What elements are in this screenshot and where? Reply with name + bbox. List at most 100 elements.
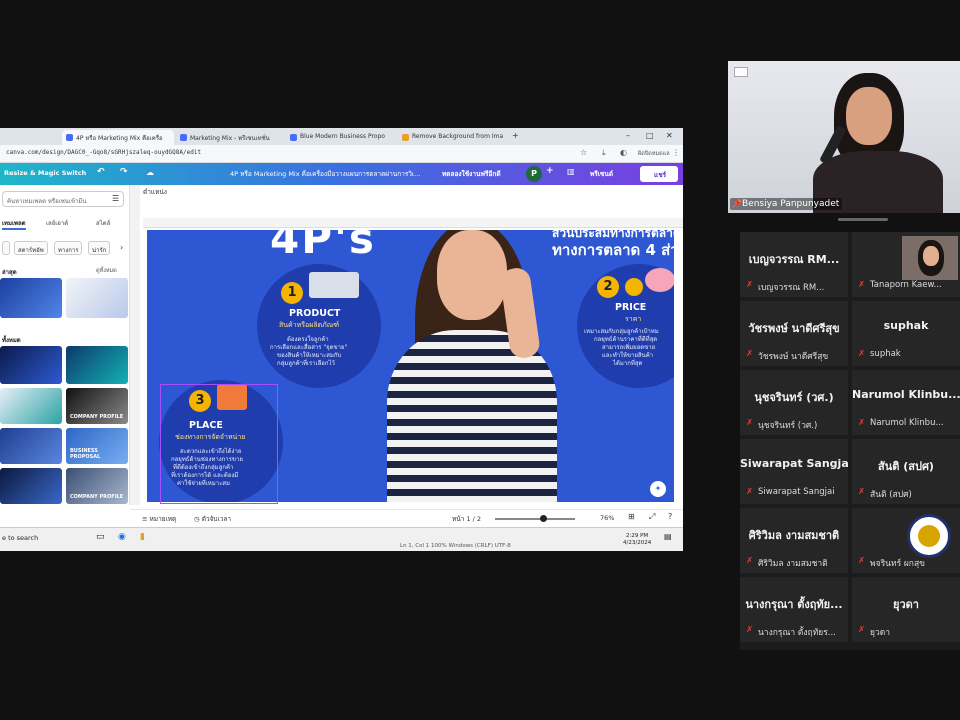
template-thumb[interactable] (0, 428, 62, 464)
model-photo-face (437, 230, 507, 320)
price-text: และทำให้ขายสินค้า (602, 352, 654, 359)
chip-startup[interactable]: สตาร์ทอัพ (14, 241, 48, 255)
share-button[interactable]: แชร์ (640, 166, 678, 182)
download-icon[interactable]: ⤓ (602, 148, 606, 158)
price-title: PRICE (615, 302, 647, 313)
participant-tile[interactable]: ยุวดา ✗ ยุวดา (852, 577, 960, 642)
canva-icon (180, 134, 187, 141)
undo-icon[interactable]: ↶ (97, 167, 105, 177)
browser-tab[interactable]: Blue Modern Business Propo (286, 130, 396, 145)
participant-display-name: สันติ (สปศ) (878, 460, 934, 473)
price-subtitle: ราคา (625, 315, 642, 323)
participant-tile[interactable]: สันติ (สปศ) ✗ สันติ (สปศ) (852, 439, 960, 504)
recent-template-thumb[interactable] (66, 278, 128, 318)
speaker-photo-face (846, 87, 892, 145)
browser-tab[interactable]: Marketing Mix - พรีเซนเทชั่น (176, 130, 284, 145)
profile-label[interactable]: ผิดปิดหมดแล (638, 150, 670, 158)
fullscreen-icon[interactable]: ⤢ (649, 512, 655, 522)
user-avatar[interactable]: P (526, 166, 542, 182)
folder-icon[interactable]: ▮ (140, 532, 145, 542)
speaker-name-tag: 📌 Bensiya Panpunyadet (730, 198, 843, 210)
magic-assist-icon[interactable]: ✦ (650, 481, 666, 497)
edge-icon[interactable]: ◉ (118, 532, 126, 542)
browser-tab[interactable]: 4P หรือ Marketing Mix คือเครื่อ (62, 130, 174, 145)
url-text[interactable]: canva.com/design/DAGC0_-Gqo8/sGRHjszaleq… (6, 149, 201, 156)
participant-tile[interactable]: Narumol Klinbu... ✗ Narumol Klinbu... (852, 370, 960, 435)
participant-tile[interactable]: นางกรุณา ตั้งฤทัย... ✗ นางกรุณา ตั้งฤทัยร… (740, 577, 848, 642)
participant-tile[interactable]: ✗ พจรินทร์ ผกสุข (852, 508, 960, 573)
tab-templates[interactable]: เทมเพลต (2, 218, 26, 230)
notes-button[interactable]: ≡ หมายเหตุ (142, 514, 176, 524)
product-subtitle: สินค้าหรือผลิตภัณฑ์ (279, 321, 340, 329)
taskbar-search[interactable]: e to search (2, 534, 38, 542)
template-thumb[interactable]: COMPANY PROFILE (66, 468, 128, 504)
participant-display-name: นางกรุณา ตั้งฤทัย... (745, 598, 843, 611)
template-thumb[interactable] (0, 468, 62, 504)
chip-cute[interactable]: น่ารัก (88, 241, 111, 255)
close-icon[interactable]: ✕ (666, 131, 673, 140)
selection-box[interactable] (160, 384, 278, 504)
grid-view-icon[interactable]: ⊞ (628, 512, 635, 521)
page-indicator[interactable]: หน้า 1 / 2 (452, 514, 481, 524)
bookmark-star-icon[interactable]: ☆ (580, 148, 587, 157)
clock-time: 2:29 PM (626, 533, 649, 539)
filter-icon[interactable]: ☰ (112, 194, 119, 203)
notification-icon[interactable]: ▤ (664, 532, 672, 541)
coin-icon (625, 278, 643, 296)
scroll-indicator[interactable] (838, 218, 888, 221)
new-tab-icon[interactable]: + (512, 131, 519, 140)
template-thumb[interactable] (0, 346, 62, 384)
template-thumb[interactable]: COMPANY PROFILE (66, 388, 128, 424)
document-title[interactable]: 4P หรือ Marketing Mix คือเครื่องมือวางแผ… (230, 169, 420, 179)
address-bar[interactable]: canva.com/design/DAGC0_-Gqo8/sGRHjszaleq… (0, 145, 683, 163)
template-thumb[interactable]: BUSINESS PROPOSAL (66, 428, 128, 464)
template-thumb[interactable] (0, 388, 62, 424)
participant-tile[interactable]: ✗ Tanaporn Kaew... (852, 232, 960, 297)
zoom-slider[interactable] (495, 518, 575, 520)
minimize-icon[interactable]: – (626, 131, 630, 140)
analytics-icon[interactable]: ▥ (567, 167, 575, 176)
add-collaborator-icon[interactable]: + (546, 166, 554, 176)
mic-off-icon: ✗ (858, 487, 866, 497)
slide-headline-right: ทางการตลาด 4 ส่วน (552, 241, 674, 259)
present-button[interactable]: พรีเซนต์ (590, 169, 613, 179)
participant-name-tag: ✗ ศิริวิมล งามสมชาติ (746, 556, 828, 569)
see-all-link[interactable]: ดูทั้งหมด (96, 267, 117, 275)
trial-button[interactable]: ทดลองใช้งานฟรีอีกดี (442, 169, 501, 179)
template-search-input[interactable]: ค้นหาเทมเพลต หรือเซนเข้ามีน (2, 191, 124, 207)
browser-tab[interactable]: Remove Background from Ima (398, 130, 508, 145)
participant-name-tag: ✗ วัชรพงษ์ นาดีศรีสุข (746, 349, 829, 362)
canva-top-bar: Resize & Magic Switch ↶ ↷ ☁ 4P หรือ Mark… (0, 163, 683, 185)
participant-tile[interactable]: suphak ✗ suphak (852, 301, 960, 366)
speaker-video[interactable]: 📌 Bensiya Panpunyadet (728, 61, 960, 213)
recent-template-thumb[interactable] (0, 278, 62, 318)
participant-name-tag: ✗ ยุวดา (858, 625, 891, 638)
kebab-menu-icon[interactable]: ⋮ (672, 148, 680, 157)
timer-button[interactable]: ◷ ตัวจับเวลา (194, 514, 231, 524)
participant-name-tag: ✗ นางกรุณา ตั้งฤทัยร... (746, 625, 836, 638)
participant-tile[interactable]: นุชจรินทร์ (วศ.) ✗ นุชจรินทร์ (วศ.) (740, 370, 848, 435)
maximize-icon[interactable]: □ (646, 131, 654, 140)
resize-button[interactable]: Resize & Magic Switch (4, 169, 86, 177)
panel-collapse-handle[interactable] (130, 185, 140, 505)
chip-formal[interactable]: ทางการ (54, 241, 83, 255)
tab-layouts[interactable]: เลย์เอาต์ (46, 218, 68, 228)
redo-icon[interactable]: ↷ (120, 167, 128, 177)
participant-tile[interactable]: ศิริวิมล งามสมชาติ ✗ ศิริวิมล งามสมชาติ (740, 508, 848, 573)
zoom-level[interactable]: 76% (600, 514, 614, 522)
task-view-icon[interactable]: ▭ (96, 532, 105, 542)
participant-tile[interactable]: วัชรพงษ์ นาดีศรีสุข ✗ วัชรพงษ์ นาดีศรีสุข (740, 301, 848, 366)
chevron-right-icon[interactable]: › (120, 243, 123, 252)
canva-icon (66, 134, 73, 141)
template-panel: ค้นหาเทมเพลต หรือเซนเข้ามีน ☰ เทมเพลต เล… (0, 185, 130, 505)
template-thumb[interactable] (66, 346, 128, 384)
mic-off-icon: ✗ (746, 349, 754, 359)
zoom-slider-handle[interactable] (540, 515, 547, 522)
participant-name-tag: ✗ Narumol Klinbu... (858, 418, 944, 428)
chip-more[interactable] (2, 241, 10, 255)
extension-icon[interactable]: ◐ (620, 148, 627, 157)
tab-styles[interactable]: สไตล์ (96, 218, 110, 228)
help-icon[interactable]: ? (668, 512, 672, 521)
participant-tile[interactable]: Siwarapat Sangjai ✗ Siwarapat Sangjai (740, 439, 848, 504)
participant-tile[interactable]: เบญจวรรณ RM... ✗ เบญจวรรณ RM... (740, 232, 848, 297)
